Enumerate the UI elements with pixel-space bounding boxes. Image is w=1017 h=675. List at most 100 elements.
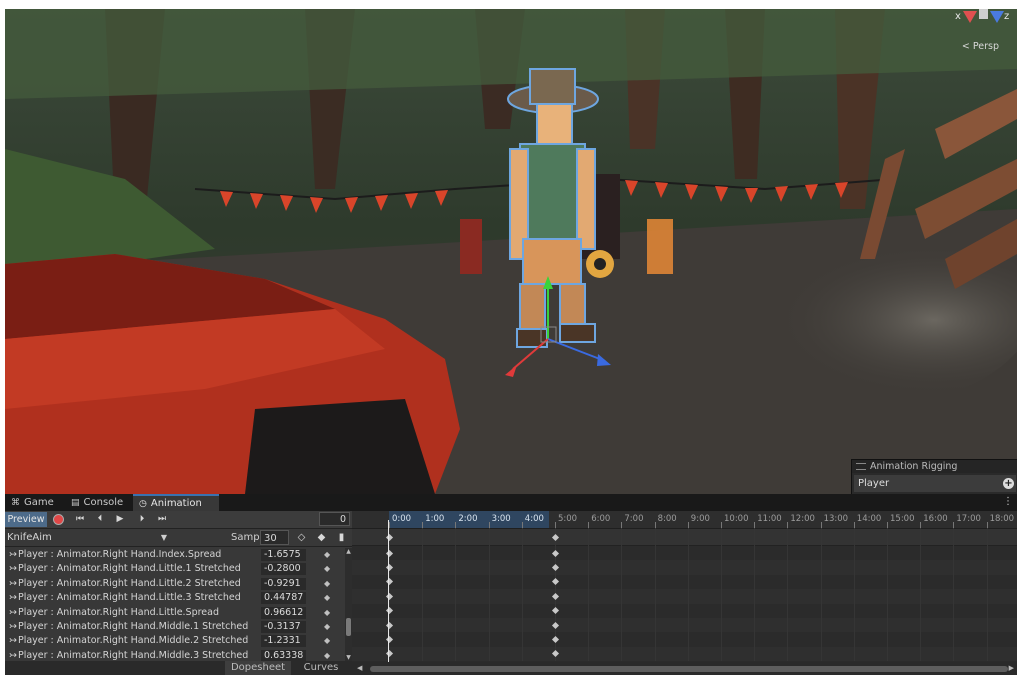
- grid-line: [687, 528, 689, 661]
- timeline-ruler[interactable]: 0:00 1:00 2:00 3:00 4:00 5:00 6:00 7:00 8:00 9:00…: [352, 511, 1017, 529]
- animation-rigging-panel: Animation Rigging Player +: [851, 459, 1017, 494]
- tab-curves[interactable]: Curves: [295, 661, 347, 675]
- grid-line: [754, 528, 756, 661]
- scroll-down-icon[interactable]: ▼: [345, 654, 352, 661]
- property-value[interactable]: 0.63338: [261, 649, 306, 661]
- play-icon[interactable]: ▶: [111, 512, 129, 527]
- tab-console[interactable]: ▤ Console: [65, 495, 129, 511]
- property-value[interactable]: -0.2800: [261, 563, 306, 576]
- property-row[interactable]: ↣Player : Animator.Right Hand.Little.3 S…: [5, 591, 345, 605]
- property-icon: ↣: [9, 563, 17, 575]
- keyframe-row: [352, 560, 1017, 575]
- property-list-scrollbar[interactable]: ▲ ▼: [345, 548, 352, 661]
- scroll-left-icon[interactable]: ◀: [357, 664, 362, 672]
- keyframe-toggle-icon[interactable]: ◆: [324, 620, 330, 634]
- keyframe-toggle-icon[interactable]: ◆: [324, 562, 330, 576]
- property-value[interactable]: -0.9291: [261, 577, 306, 590]
- property-name: Player : Animator.Right Hand.Little.2 St…: [17, 577, 241, 589]
- grid-line: [986, 528, 988, 661]
- drag-handle-icon[interactable]: [856, 463, 866, 470]
- ruler-tick-label: 13:00: [823, 514, 849, 524]
- add-event-icon[interactable]: ◆: [313, 530, 330, 545]
- ruler-tick-label: 8:00: [657, 514, 677, 524]
- tab-dopesheet[interactable]: Dopesheet: [225, 661, 291, 675]
- property-value[interactable]: -1.6575: [261, 549, 306, 561]
- ruler-tick-label: 0:00: [392, 514, 412, 524]
- scroll-up-icon[interactable]: ▲: [345, 548, 352, 555]
- tab-console-label: Console: [83, 497, 124, 508]
- plus-circle-icon[interactable]: +: [1003, 478, 1014, 489]
- property-value[interactable]: -1.2331: [261, 635, 306, 648]
- property-icon: ↣: [9, 635, 17, 647]
- property-row[interactable]: ↣Player : Animator.Right Hand.Little.1 S…: [5, 562, 345, 576]
- keyframe-toggle-icon[interactable]: ◆: [324, 591, 330, 605]
- grid-line: [621, 528, 623, 661]
- lock-icon[interactable]: ⋮: [1003, 496, 1013, 507]
- dopesheet-panel[interactable]: 0:00 1:00 2:00 3:00 4:00 5:00 6:00 7:00 8:00 9:00…: [352, 511, 1017, 675]
- keyframe-toggle-icon[interactable]: ◆: [324, 548, 330, 562]
- property-value[interactable]: -0.3137: [261, 621, 306, 633]
- keyframe-row: [352, 575, 1017, 589]
- animation-properties-panel: Preview ⏮ ⏴ ▶ ⏵ ⏭ 0 KnifeAim ▼ Samples 3…: [5, 511, 352, 675]
- timeline-scrollbar[interactable]: ◀ ▶: [352, 662, 1017, 675]
- record-icon[interactable]: [53, 514, 64, 525]
- keyframe-toggle-icon[interactable]: ◆: [324, 577, 330, 591]
- scene-render: [5, 9, 1017, 494]
- scroll-right-icon[interactable]: ▶: [1009, 664, 1014, 672]
- rigging-panel-header[interactable]: Animation Rigging: [852, 460, 1017, 473]
- property-row[interactable]: ↣Player : Animator.Right Hand.Middle.3 S…: [5, 649, 345, 661]
- property-row[interactable]: ↣Player : Animator.Right Hand.Little.2 S…: [5, 577, 345, 591]
- tab-game[interactable]: ⌘ Game: [5, 495, 60, 511]
- clip-name: KnifeAim: [7, 532, 52, 543]
- ruler-tick-label: 12:00: [790, 514, 815, 524]
- playhead[interactable]: [388, 520, 389, 672]
- property-icon: ↣: [9, 649, 17, 661]
- keyframe-row: [352, 632, 1017, 646]
- scrollbar-thumb[interactable]: [346, 618, 351, 636]
- property-value[interactable]: 0.96612: [261, 606, 306, 619]
- current-frame-field[interactable]: 0: [319, 512, 350, 526]
- ruler-tick-label: 18:00: [989, 514, 1015, 524]
- add-keyframe-icon[interactable]: ◇: [293, 530, 310, 545]
- property-value[interactable]: 0.44787: [261, 592, 306, 605]
- last-key-icon[interactable]: ⏭: [153, 512, 171, 527]
- grid-line: [521, 528, 523, 661]
- keyframe-row: [352, 546, 1017, 560]
- tab-animation[interactable]: ◷ Animation: [133, 494, 219, 512]
- samples-field[interactable]: 30: [260, 530, 289, 545]
- tab-animation-label: Animation: [150, 498, 202, 509]
- event-marker-icon[interactable]: ▮: [333, 530, 350, 545]
- editor-tab-bar: ⌘ Game ▤ Console ◷ Animation ⋮: [5, 494, 1017, 512]
- property-row[interactable]: ↣Player : Animator.Right Hand.Index.Spre…: [5, 548, 345, 562]
- rigging-target-field[interactable]: Player +: [854, 475, 1016, 492]
- property-row[interactable]: ↣Player : Animator.Right Hand.Middle.2 S…: [5, 634, 345, 648]
- grid-line: [887, 528, 888, 661]
- property-name: Player : Animator.Right Hand.Little.3 St…: [17, 592, 241, 604]
- grid-line: [422, 528, 424, 661]
- scrollbar-thumb[interactable]: [370, 666, 1008, 672]
- keyframe-grid[interactable]: [352, 546, 1017, 662]
- prev-key-icon[interactable]: ⏴: [91, 512, 109, 527]
- keyframe-toggle-icon[interactable]: ◆: [324, 649, 330, 661]
- property-row[interactable]: ↣Player : Animator.Right Hand.Middle.1 S…: [5, 620, 345, 634]
- ruler-tick-label: 2:00: [458, 514, 478, 524]
- ruler-tick-label: 9:00: [690, 514, 710, 524]
- keyframe-toggle-icon[interactable]: ◆: [324, 634, 330, 648]
- gamepad-icon: ⌘: [11, 498, 20, 508]
- property-icon: ↣: [9, 606, 17, 618]
- scene-view[interactable]: x z < Persp Animation Rigging Player +: [5, 9, 1017, 494]
- perspective-toggle[interactable]: < Persp: [962, 41, 999, 52]
- first-key-icon[interactable]: ⏮: [71, 512, 89, 527]
- next-key-icon[interactable]: ⏵: [133, 512, 151, 527]
- clip-dropdown[interactable]: KnifeAim ▼: [7, 530, 167, 545]
- property-list: ↣Player : Animator.Right Hand.Index.Spre…: [5, 548, 345, 661]
- ruler-tick-label: 17:00: [956, 514, 981, 524]
- property-row[interactable]: ↣Player : Animator.Right Hand.Little.Spr…: [5, 606, 345, 620]
- ruler-tick-label: 7:00: [624, 514, 644, 524]
- summary-row: [352, 529, 1017, 546]
- preview-button[interactable]: Preview: [5, 512, 47, 527]
- property-icon: ↣: [9, 577, 17, 589]
- grid-line: [654, 528, 656, 661]
- keyframe-toggle-icon[interactable]: ◆: [324, 606, 330, 620]
- property-name: Player : Animator.Right Hand.Middle.1 St…: [17, 621, 249, 632]
